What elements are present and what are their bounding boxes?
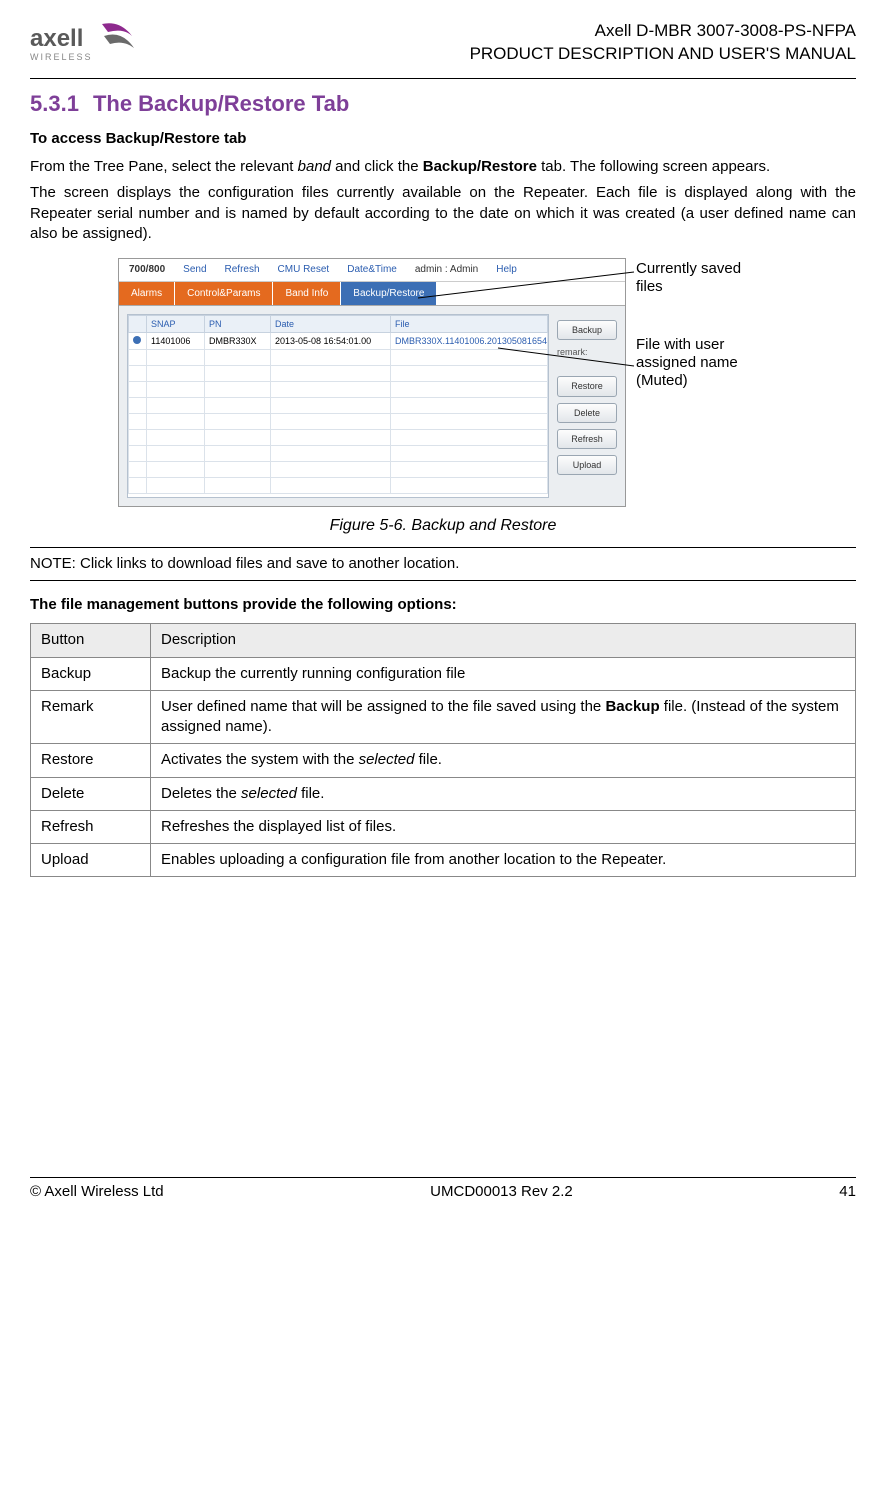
options-table: Button Description Backup Backup the cur… xyxy=(30,623,856,877)
screenshot: 700/800 Send Refresh CMU Reset Date&Time… xyxy=(118,258,626,507)
figure-container: 700/800 Send Refresh CMU Reset Date&Time… xyxy=(118,258,768,507)
remark-label: remark: xyxy=(557,346,617,358)
header-line1: Axell D-MBR 3007-3008-PS-NFPA xyxy=(152,20,856,43)
svg-text:axell: axell xyxy=(30,25,83,52)
page-header: axell WIRELESS Axell D-MBR 3007-3008-PS-… xyxy=(30,18,856,79)
col-pn: PN xyxy=(205,316,271,333)
svg-text:WIRELESS: WIRELESS xyxy=(30,52,93,62)
link-help[interactable]: Help xyxy=(496,263,517,277)
note: NOTE: Click links to download files and … xyxy=(30,547,856,581)
footer-left: © Axell Wireless Ltd xyxy=(30,1182,164,1202)
backup-button[interactable]: Backup xyxy=(557,320,617,340)
row-refresh: Refresh Refreshes the displayed list of … xyxy=(31,810,856,843)
file-link[interactable]: DMBR330X.11401006.20130508165401.csv xyxy=(391,333,548,350)
tab-control-params[interactable]: Control&Params xyxy=(175,282,273,306)
admin-label: admin : Admin xyxy=(415,263,478,277)
section-heading: 5.3.1The Backup/Restore Tab xyxy=(30,89,856,119)
upload-button[interactable]: Upload xyxy=(557,455,617,475)
radio-icon[interactable] xyxy=(133,336,141,344)
th-button: Button xyxy=(31,624,151,657)
tab-alarms[interactable]: Alarms xyxy=(119,282,175,306)
col-file: File xyxy=(391,316,548,333)
row-delete: Delete Deletes the selected file. xyxy=(31,777,856,810)
file-table: SNAP PN Date File 11401006 DMBR330X 2013… xyxy=(127,314,549,498)
header-line2: PRODUCT DESCRIPTION AND USER'S MANUAL xyxy=(152,43,856,66)
paragraph-2: The screen displays the configuration fi… xyxy=(30,183,856,244)
tab-backup-restore[interactable]: Backup/Restore xyxy=(341,282,437,306)
figure-caption: Figure 5-6. Backup and Restore xyxy=(30,515,856,537)
link-datetime[interactable]: Date&Time xyxy=(347,263,397,277)
band-label: 700/800 xyxy=(129,263,165,277)
delete-button[interactable]: Delete xyxy=(557,403,617,423)
tab-row: Alarms Control&Params Band Info Backup/R… xyxy=(119,282,625,307)
access-subhead: To access Backup/Restore tab xyxy=(30,129,856,149)
table-row[interactable]: 11401006 DMBR330X 2013-05-08 16:54:01.00… xyxy=(129,333,548,350)
link-send[interactable]: Send xyxy=(183,263,206,277)
col-radio xyxy=(129,316,147,333)
footer-center: UMCD00013 Rev 2.2 xyxy=(430,1182,573,1202)
row-backup: Backup Backup the currently running conf… xyxy=(31,657,856,690)
link-refresh[interactable]: Refresh xyxy=(225,263,260,277)
col-date: Date xyxy=(271,316,391,333)
th-description: Description xyxy=(151,624,856,657)
page-footer: © Axell Wireless Ltd UMCD00013 Rev 2.2 4… xyxy=(30,1177,856,1202)
refresh-button[interactable]: Refresh xyxy=(557,429,617,449)
link-cmu-reset[interactable]: CMU Reset xyxy=(278,263,330,277)
logo: axell WIRELESS xyxy=(30,18,140,72)
table-heading: The file management buttons provide the … xyxy=(30,595,856,615)
row-upload: Upload Enables uploading a configuration… xyxy=(31,844,856,877)
paragraph-1: From the Tree Pane, select the relevant … xyxy=(30,157,856,177)
screenshot-topbar: 700/800 Send Refresh CMU Reset Date&Time… xyxy=(119,259,625,282)
col-snap: SNAP xyxy=(147,316,205,333)
annotation-saved-files: Currently saved files xyxy=(636,260,768,296)
side-panel: Backup remark: Restore Delete Refresh Up… xyxy=(557,314,617,498)
row-remark: Remark User defined name that will be as… xyxy=(31,690,856,744)
restore-button[interactable]: Restore xyxy=(557,376,617,396)
tab-band-info[interactable]: Band Info xyxy=(273,282,341,306)
footer-right: 41 xyxy=(839,1182,856,1202)
row-restore: Restore Activates the system with the se… xyxy=(31,744,856,777)
annotation-user-file: File with user assigned name (Muted) xyxy=(636,336,738,390)
